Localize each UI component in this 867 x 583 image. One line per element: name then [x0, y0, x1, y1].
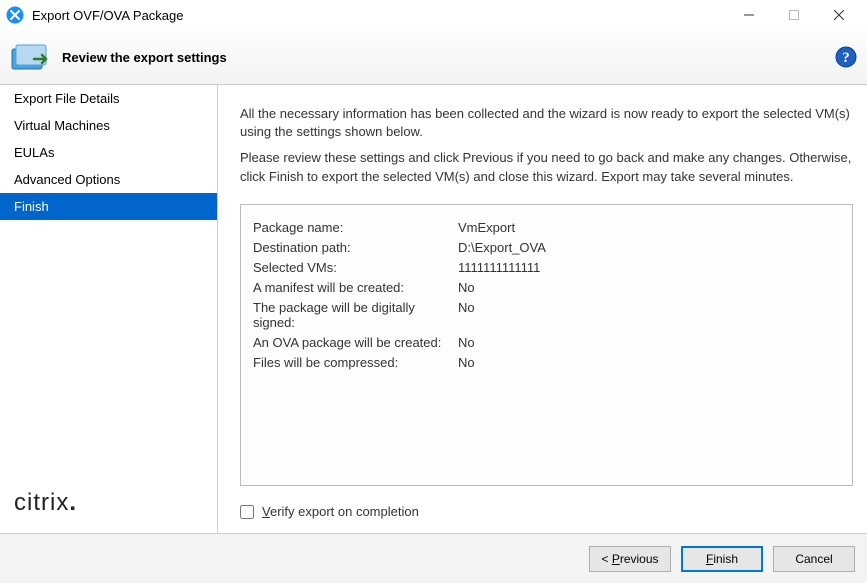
- help-icon[interactable]: ?: [835, 46, 857, 68]
- setting-label: The package will be digitally signed:: [253, 300, 458, 330]
- verify-export-row: Verify export on completion: [240, 504, 853, 519]
- app-icon: [6, 6, 24, 24]
- setting-ova-package: An OVA package will be created: No: [253, 335, 840, 350]
- verify-export-label[interactable]: Verify export on completion: [262, 504, 419, 519]
- close-button[interactable]: [816, 1, 861, 29]
- setting-label: Package name:: [253, 220, 458, 235]
- setting-value: No: [458, 355, 840, 370]
- setting-destination-path: Destination path: D:\Export_OVA: [253, 240, 840, 255]
- sidebar-item-finish[interactable]: Finish: [0, 193, 217, 220]
- wizard-icon: [10, 39, 50, 75]
- setting-label: Files will be compressed:: [253, 355, 458, 370]
- settings-summary: Package name: VmExport Destination path:…: [240, 204, 853, 486]
- body-area: Export File Details Virtual Machines EUL…: [0, 85, 867, 533]
- setting-label: Selected VMs:: [253, 260, 458, 275]
- maximize-button: [771, 1, 816, 29]
- window-title: Export OVF/OVA Package: [32, 8, 726, 23]
- finish-button[interactable]: Finish: [681, 546, 763, 572]
- window-controls: [726, 1, 861, 29]
- setting-manifest: A manifest will be created: No: [253, 280, 840, 295]
- sidebar-item-advanced-options[interactable]: Advanced Options: [0, 166, 217, 193]
- setting-value: No: [458, 300, 840, 330]
- wizard-title: Review the export settings: [62, 50, 835, 65]
- main-panel: All the necessary information has been c…: [218, 85, 867, 533]
- setting-value: 1111111111111: [458, 260, 840, 275]
- svg-text:?: ?: [842, 50, 850, 66]
- sidebar-item-virtual-machines[interactable]: Virtual Machines: [0, 112, 217, 139]
- wizard-header: Review the export settings ?: [0, 30, 867, 85]
- setting-package-name: Package name: VmExport: [253, 220, 840, 235]
- previous-button[interactable]: < Previous: [589, 546, 671, 572]
- setting-value: No: [458, 335, 840, 350]
- setting-value: No: [458, 280, 840, 295]
- setting-digitally-signed: The package will be digitally signed: No: [253, 300, 840, 330]
- setting-label: Destination path:: [253, 240, 458, 255]
- setting-value: D:\Export_OVA: [458, 240, 840, 255]
- setting-label: A manifest will be created:: [253, 280, 458, 295]
- instruction-2: Please review these settings and click P…: [240, 149, 853, 185]
- sidebar-item-export-file-details[interactable]: Export File Details: [0, 85, 217, 112]
- setting-compressed: Files will be compressed: No: [253, 355, 840, 370]
- setting-value: VmExport: [458, 220, 840, 235]
- footer-bar: < Previous Finish Cancel: [0, 533, 867, 583]
- setting-label: An OVA package will be created:: [253, 335, 458, 350]
- title-bar: Export OVF/OVA Package: [0, 0, 867, 30]
- verify-export-checkbox[interactable]: [240, 505, 254, 519]
- setting-selected-vms: Selected VMs: 1111111111111: [253, 260, 840, 275]
- minimize-button[interactable]: [726, 1, 771, 29]
- brand-logo: citrix.: [14, 489, 77, 517]
- cancel-button[interactable]: Cancel: [773, 546, 855, 572]
- instruction-1: All the necessary information has been c…: [240, 105, 853, 141]
- sidebar: Export File Details Virtual Machines EUL…: [0, 85, 218, 533]
- sidebar-item-eulas[interactable]: EULAs: [0, 139, 217, 166]
